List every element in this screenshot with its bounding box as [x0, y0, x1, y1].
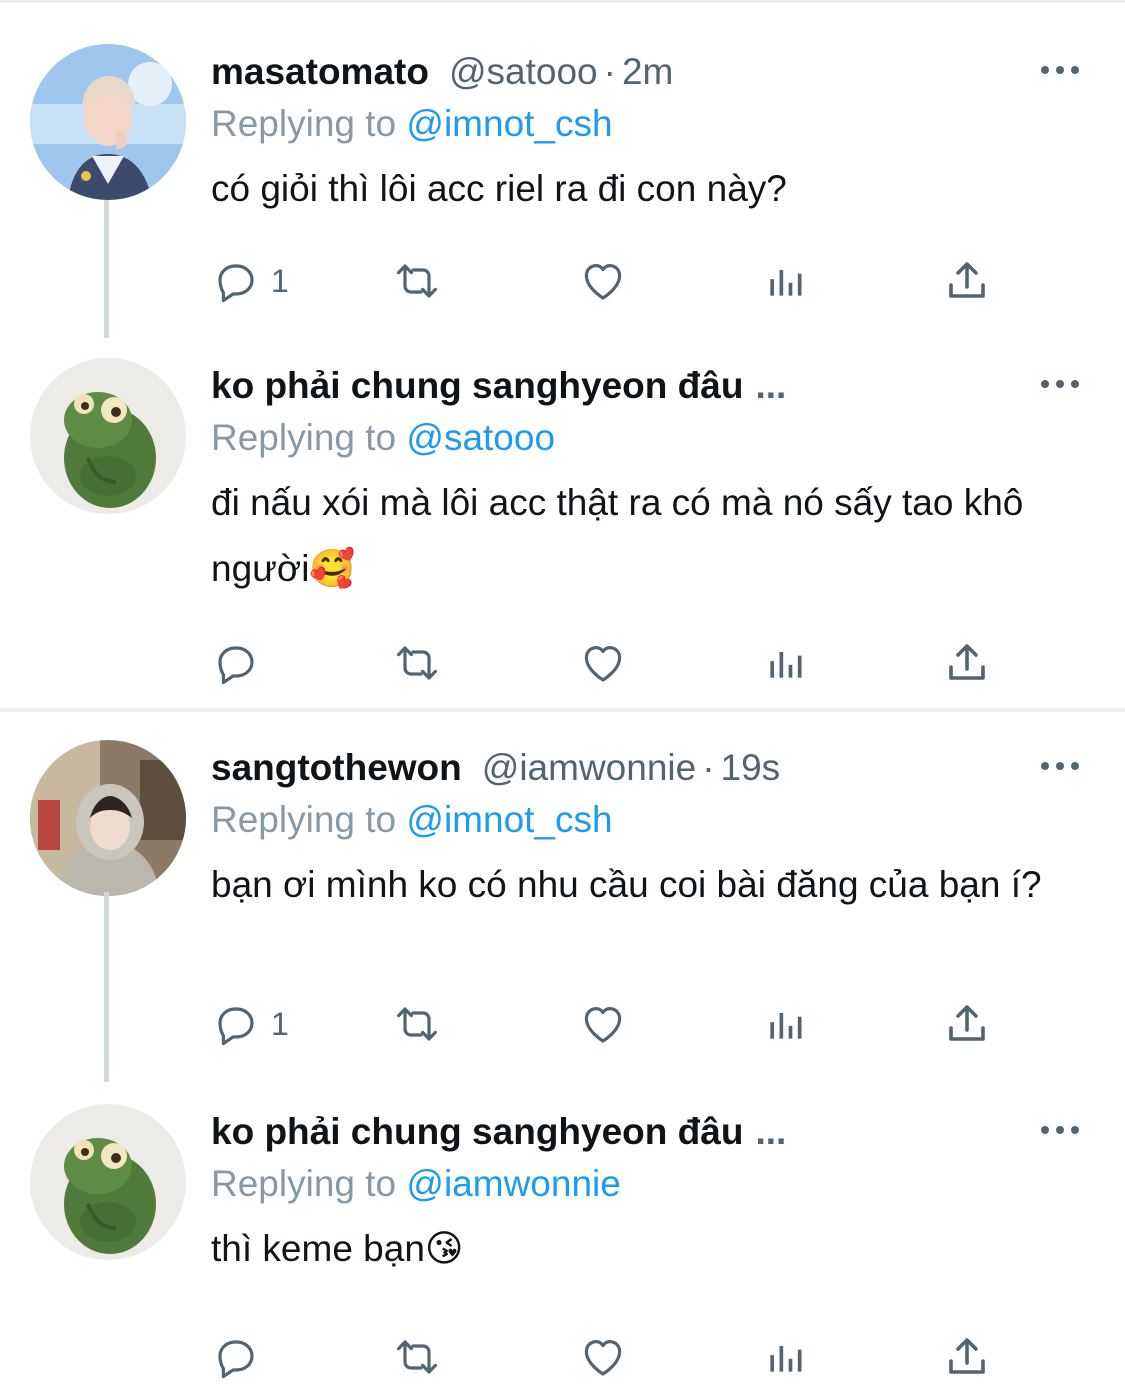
- tweet-text: thì keme bạn😘: [211, 1228, 464, 1269]
- reply-button[interactable]: [211, 638, 271, 688]
- reply-count: 1: [271, 262, 289, 299]
- like-icon: [579, 639, 627, 687]
- like-icon: [579, 1333, 627, 1381]
- share-icon: [943, 1000, 991, 1048]
- display-name[interactable]: sangtothewon: [211, 747, 462, 788]
- share-button[interactable]: [943, 999, 991, 1049]
- replying-to: Replying to @imnot_csh: [211, 98, 1051, 150]
- mention-link[interactable]: @satooo: [406, 417, 555, 458]
- avatar[interactable]: [30, 44, 186, 200]
- retweet-icon: [389, 1333, 445, 1381]
- separator: ·: [603, 51, 616, 92]
- retweet-icon: [389, 639, 445, 687]
- conversation-divider: [0, 708, 1125, 712]
- views-button[interactable]: [763, 638, 807, 688]
- truncation: ...: [755, 1111, 787, 1152]
- like-button[interactable]: [579, 999, 627, 1049]
- tweet-header: masatomato @satooo · 2m: [211, 46, 1051, 98]
- mention-link[interactable]: @imnot_csh: [406, 799, 612, 840]
- tweet-text: bạn ơi mình ko có nhu cầu coi bài đăng c…: [211, 864, 1042, 905]
- tweet-header: ko phải chung sanghyeon đâu...: [211, 1106, 1051, 1158]
- like-button[interactable]: [579, 1332, 627, 1382]
- more-icon[interactable]: [1041, 756, 1081, 776]
- reply-button[interactable]: 1: [211, 999, 289, 1049]
- replying-to-label: Replying to: [211, 103, 397, 144]
- views-button[interactable]: [763, 1332, 807, 1382]
- tweet-header: sangtothewon @iamwonnie · 19s: [211, 742, 1051, 794]
- more-icon[interactable]: [1041, 60, 1081, 80]
- avatar[interactable]: [30, 740, 186, 896]
- more-icon[interactable]: [1041, 1120, 1081, 1140]
- retweet-icon: [389, 257, 445, 305]
- share-icon: [943, 257, 991, 305]
- like-button[interactable]: [579, 638, 627, 688]
- retweet-button[interactable]: [389, 638, 445, 688]
- reply-button[interactable]: 1: [211, 256, 289, 306]
- tweet-actions: [211, 638, 1011, 688]
- truncation: ...: [755, 365, 787, 406]
- replying-to: Replying to @satooo: [211, 412, 1051, 464]
- display-name[interactable]: ko phải chung sanghyeon đâu: [211, 1111, 743, 1152]
- reply-button[interactable]: [211, 1332, 271, 1382]
- reply-icon: [211, 257, 259, 305]
- tweet-text: có giỏi thì lôi acc riel ra đi con này?: [211, 168, 787, 209]
- reply-count: 1: [271, 1005, 289, 1042]
- separator: ·: [702, 747, 715, 788]
- like-icon: [579, 257, 627, 305]
- tweet-actions: 1: [211, 999, 1011, 1049]
- more-icon[interactable]: [1041, 374, 1081, 394]
- share-button[interactable]: [943, 1332, 991, 1382]
- retweet-icon: [389, 1000, 445, 1048]
- reply-icon: [211, 639, 259, 687]
- timestamp[interactable]: 2m: [622, 51, 673, 92]
- views-button[interactable]: [763, 256, 807, 306]
- display-name[interactable]: masatomato: [211, 51, 429, 92]
- views-icon: [763, 1335, 807, 1379]
- mention-link[interactable]: @iamwonnie: [406, 1163, 620, 1204]
- reply-icon: [211, 1333, 259, 1381]
- handle[interactable]: @iamwonnie: [482, 747, 696, 788]
- replying-to: Replying to @imnot_csh: [211, 794, 1051, 846]
- reply-icon: [211, 1000, 259, 1048]
- avatar[interactable]: [30, 358, 186, 514]
- views-icon: [763, 259, 807, 303]
- retweet-button[interactable]: [389, 1332, 445, 1382]
- share-icon: [943, 639, 991, 687]
- like-button[interactable]: [579, 256, 627, 306]
- views-icon: [763, 641, 807, 685]
- share-button[interactable]: [943, 638, 991, 688]
- avatar[interactable]: [30, 1104, 186, 1260]
- replying-to-label: Replying to: [211, 417, 397, 458]
- timestamp[interactable]: 19s: [721, 747, 781, 788]
- tweet-text: đi nấu xói mà lôi acc thật ra có mà nó s…: [211, 482, 1024, 589]
- replying-to-label: Replying to: [211, 1163, 397, 1204]
- views-icon: [763, 1002, 807, 1046]
- share-button[interactable]: [943, 256, 991, 306]
- replying-to-label: Replying to: [211, 799, 397, 840]
- tweet-header: ko phải chung sanghyeon đâu...: [211, 360, 1051, 412]
- views-button[interactable]: [763, 999, 807, 1049]
- thread-connector: [104, 200, 109, 338]
- mention-link[interactable]: @imnot_csh: [406, 103, 612, 144]
- retweet-button[interactable]: [389, 256, 445, 306]
- top-divider: [0, 0, 1125, 3]
- share-icon: [943, 1333, 991, 1381]
- display-name[interactable]: ko phải chung sanghyeon đâu: [211, 365, 743, 406]
- retweet-button[interactable]: [389, 999, 445, 1049]
- replying-to: Replying to @iamwonnie: [211, 1158, 1051, 1210]
- thread-connector: [104, 892, 109, 1082]
- like-icon: [579, 1000, 627, 1048]
- handle[interactable]: @satooo: [449, 51, 598, 92]
- tweet-actions: [211, 1332, 1011, 1382]
- tweet-actions: 1: [211, 256, 1011, 306]
